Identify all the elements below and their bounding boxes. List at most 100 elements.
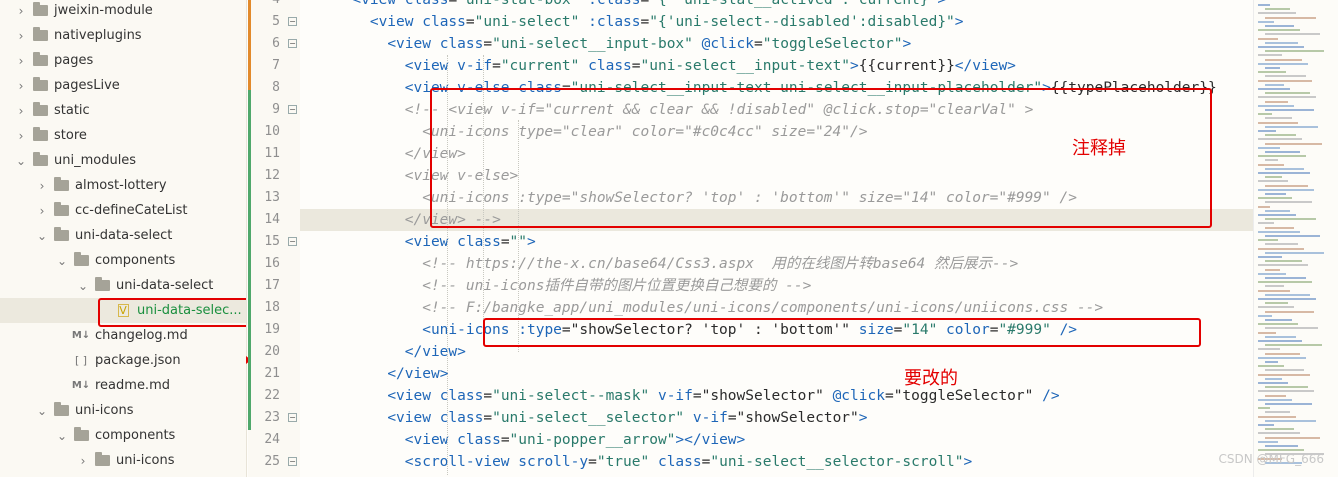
minimap-line: [1258, 247, 1304, 250]
tree-folder[interactable]: › pagesLive: [0, 73, 246, 98]
tree-folder[interactable]: ⌄ uni-data-select: [0, 223, 246, 248]
fold-toggle-icon[interactable]: −: [288, 17, 297, 26]
code-token: <view: [387, 36, 431, 52]
minimap-line: [1258, 79, 1312, 82]
minimap-line: [1258, 440, 1278, 443]
chevron-right-icon[interactable]: ›: [14, 4, 28, 18]
minimap[interactable]: [1253, 0, 1338, 477]
code-token: "current": [500, 58, 580, 74]
chevron-right-icon[interactable]: ›: [76, 454, 90, 468]
chevron-right-icon[interactable]: ›: [14, 54, 28, 68]
line-number: 7: [272, 58, 280, 73]
tree-folder[interactable]: › jweixin-module: [0, 0, 246, 23]
minimap-line: [1258, 172, 1310, 174]
folder-icon: [32, 127, 48, 143]
minimap-line: [1265, 411, 1290, 414]
tree-folder[interactable]: › almost-lottery: [0, 173, 246, 198]
tree-folder[interactable]: › store: [0, 123, 246, 148]
code-token: "uni-select__input-box": [492, 36, 693, 52]
minimap-line: [1258, 298, 1316, 300]
tree-folder[interactable]: ⌄ components: [0, 423, 246, 448]
chevron-right-icon[interactable]: ›: [14, 29, 28, 43]
line-number: 19: [264, 322, 280, 337]
tree-file[interactable]: [ ] package.json: [0, 348, 246, 373]
code-token: <view: [387, 410, 431, 426]
minimap-line: [1265, 151, 1300, 153]
chevron-right-icon[interactable]: ›: [14, 129, 28, 143]
folder-icon: [94, 452, 110, 468]
chevron-right-icon[interactable]: ›: [14, 104, 28, 118]
folder-icon: [53, 227, 69, 243]
selected-file-highlight-box: [98, 298, 246, 327]
minimap-line: [1265, 142, 1322, 145]
chevron-right-icon[interactable]: ›: [35, 204, 49, 218]
fold-toggle-icon[interactable]: −: [288, 105, 297, 114]
code-token: >: [937, 0, 947, 8]
minimap-line: [1258, 415, 1296, 418]
code-token: @click: [832, 388, 885, 404]
code-line: <!-- https://the-x.cn/base64/Css3.aspx 用…: [300, 253, 1018, 275]
chevron-down-icon[interactable]: ⌄: [76, 279, 90, 293]
tree-item-label: components: [95, 428, 176, 443]
code-token: =: [492, 58, 501, 74]
folder-icon: [94, 277, 110, 293]
tree-folder[interactable]: › static: [0, 98, 246, 123]
fold-toggle-icon[interactable]: −: [288, 413, 297, 422]
minimap-line: [1258, 239, 1278, 242]
minimap-line: [1265, 201, 1312, 204]
code-token: <view: [387, 388, 431, 404]
fold-toggle-icon[interactable]: −: [288, 457, 297, 466]
tree-item-label: uni-data-select: [116, 278, 214, 293]
minimap-line: [1265, 243, 1298, 246]
line-number: 14: [264, 212, 280, 227]
markdown-file-icon: M↓: [71, 380, 91, 391]
tree-folder[interactable]: › uni-icons: [0, 448, 246, 473]
code-token: {{current}}: [858, 58, 955, 74]
tree-file[interactable]: M↓ readme.md: [0, 373, 246, 398]
minimap-line: [1265, 67, 1280, 69]
chevron-down-icon[interactable]: ⌄: [14, 154, 28, 168]
code-token: =: [754, 36, 763, 52]
tree-folder[interactable]: › cc-defineCateList: [0, 198, 246, 223]
minimap-line: [1265, 344, 1322, 347]
line-number: 22: [264, 388, 280, 403]
chevron-down-icon[interactable]: ⌄: [35, 229, 49, 243]
chevron-down-icon[interactable]: ⌄: [35, 404, 49, 418]
line-number: 25: [264, 454, 280, 469]
code-token: <!-- https://the-x.cn/base64/Css3.aspx 用…: [422, 256, 1019, 272]
minimap-line: [1258, 356, 1306, 359]
fold-toggle-icon[interactable]: −: [288, 237, 297, 246]
code-token: "{ 'uni-stat__actived': current}": [649, 0, 938, 8]
code-token: =: [500, 234, 510, 250]
chevron-right-icon[interactable]: ›: [14, 79, 28, 93]
code-token: =: [500, 432, 510, 448]
chevron-down-icon[interactable]: ⌄: [55, 429, 69, 443]
minimap-line: [1265, 352, 1300, 355]
tree-folder[interactable]: ⌄ components: [0, 248, 246, 273]
minimap-line: [1265, 293, 1310, 296]
minimap-line: [1258, 289, 1290, 292]
tree-folder[interactable]: › nativeplugins: [0, 23, 246, 48]
code-token: "uni-select": [474, 14, 580, 30]
annotation-commented-out: 注释掉: [1072, 138, 1126, 159]
tree-item-label: almost-lottery: [75, 178, 167, 193]
tree-folder[interactable]: ⌄ uni-data-select: [0, 273, 246, 298]
code-line: <view class="uni-select__selector" v-if=…: [300, 407, 867, 429]
code-token: class: [588, 58, 632, 74]
minimap-line: [1265, 319, 1292, 321]
tree-folder[interactable]: › pages: [0, 48, 246, 73]
code-token: scroll-y: [518, 454, 589, 470]
tree-folder[interactable]: ⌄ uni_modules: [0, 148, 246, 173]
chevron-down-icon[interactable]: ⌄: [55, 254, 69, 268]
code-editor[interactable]: <view class="uni-stat-box" :class="{ 'un…: [300, 0, 1253, 477]
tree-folder[interactable]: ⌄ uni-icons: [0, 398, 246, 423]
tree-item-label: uni-data-select: [75, 228, 173, 243]
minimap-line: [1258, 188, 1314, 191]
fold-toggle-icon[interactable]: −: [288, 39, 297, 48]
code-token: "{'uni-select--disabled':disabled}": [649, 14, 955, 30]
minimap-line: [1265, 302, 1288, 305]
chevron-right-icon[interactable]: ›: [35, 179, 49, 193]
